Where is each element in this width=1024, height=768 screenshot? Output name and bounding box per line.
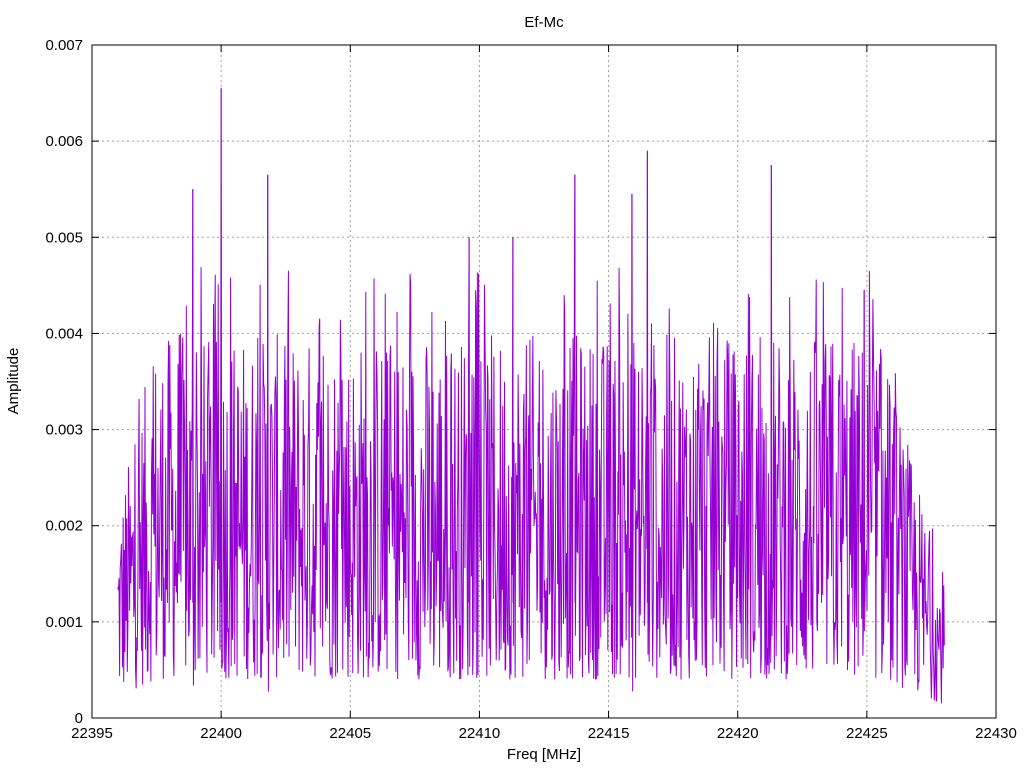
chart-title: Ef-Mc [524,14,564,31]
x-tick-label: 22410 [459,725,501,742]
y-tick-label: 0.006 [45,133,83,150]
spectrum-chart: 22395 22400 22405 22410 22415 22420 22425 22430… [0,0,1024,768]
x-tick-label: 22420 [717,725,759,742]
y-tick-label: 0.002 [45,518,83,535]
x-tick-label: 22425 [846,725,888,742]
x-tick-label: 22430 [975,725,1017,742]
x-tick-label: 22400 [200,725,242,742]
y-tick-label: 0 [75,710,83,727]
x-tick-label: 22395 [71,725,113,742]
y-tick-label: 0.007 [45,37,83,54]
y-tick-label: 0.005 [45,229,83,246]
y-tick-label: 0.004 [45,325,83,342]
x-tick-label: 22415 [588,725,630,742]
x-axis-label: Freq [MHz] [507,746,581,763]
x-tick-label: 22405 [329,725,371,742]
y-axis-label: Amplitude [5,348,22,415]
y-tick-label: 0.001 [45,614,83,631]
y-tick-label: 0.003 [45,422,83,439]
